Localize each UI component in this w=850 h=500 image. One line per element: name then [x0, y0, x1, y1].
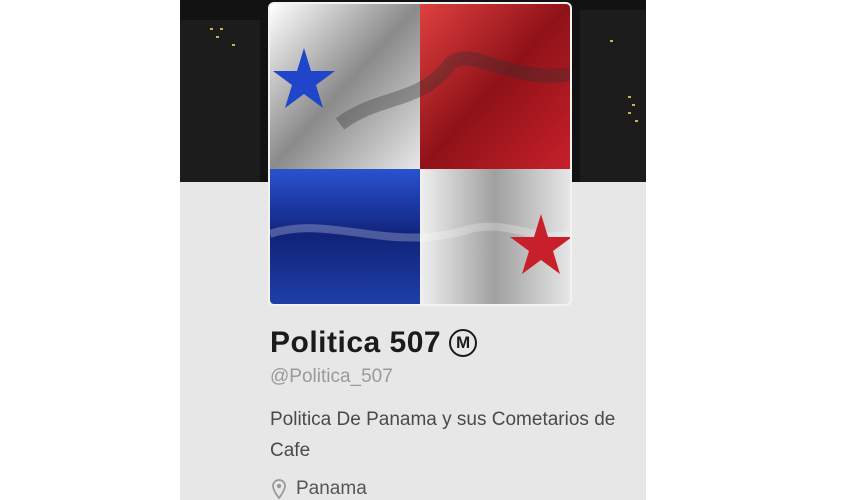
- location-text: Panama: [296, 478, 367, 499]
- bio-line-2: Cafe: [270, 440, 311, 461]
- location-pin-icon: [272, 479, 286, 499]
- panama-flag-avatar: [270, 4, 570, 304]
- bio-line-1: Politica De Panama y sus Cometarios de: [270, 409, 616, 430]
- profile-name-row: Politica 507 M: [270, 326, 478, 360]
- profile-avatar[interactable]: [268, 2, 572, 306]
- profile-handle[interactable]: @Politica_507: [270, 366, 393, 388]
- profile-bio: Politica De Panama y sus Cometarios de C…: [270, 404, 646, 466]
- profile-screen: Politica 507 M @Politica_507 Politica De…: [180, 0, 646, 500]
- profile-name[interactable]: Politica 507: [270, 326, 441, 360]
- badge-letter: M: [456, 333, 471, 352]
- circled-m-badge: M: [449, 329, 478, 357]
- profile-location: Panama: [272, 478, 367, 500]
